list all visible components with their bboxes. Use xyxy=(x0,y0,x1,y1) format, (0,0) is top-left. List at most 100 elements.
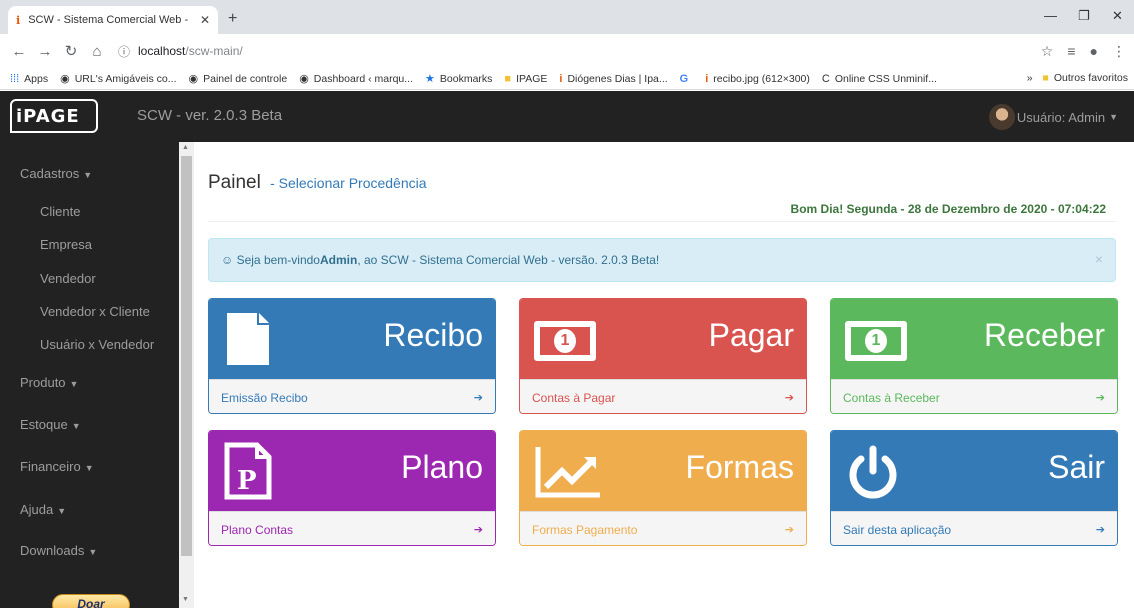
panel-footer-link[interactable]: Sair desta aplicação xyxy=(843,523,951,537)
apps-grid-icon: ⁞⁞⁞ xyxy=(10,72,20,85)
menu-icon[interactable]: ⋮ xyxy=(1112,43,1126,60)
info-icon[interactable]: ⓘ xyxy=(118,43,130,60)
panel-footer-link[interactable]: Emissão Recibo xyxy=(221,391,308,405)
panel-sair[interactable]: Sair Sair desta aplicação ➔ xyxy=(830,430,1118,546)
app-navbar: iPAGE SCW - ver. 2.0.3 Beta Usuário: Adm… xyxy=(0,91,1134,142)
page-title-text: Painel xyxy=(208,172,261,193)
sidebar-item-cliente[interactable]: Cliente xyxy=(40,204,80,219)
arrow-circle-right-icon[interactable]: ➔ xyxy=(474,391,483,404)
sidebar-item-label: Produto xyxy=(20,375,66,390)
sidebar-item-empresa[interactable]: Empresa xyxy=(40,237,92,252)
arrow-circle-right-icon[interactable]: ➔ xyxy=(474,523,483,536)
bookmark-item[interactable]: C Online CSS Unminif... xyxy=(822,73,937,85)
bookmark-label: Painel de controle xyxy=(203,72,288,85)
other-bookmarks[interactable]: Outros favoritos xyxy=(1054,72,1128,84)
bookmark-star-icon[interactable]: ☆ xyxy=(1041,43,1054,60)
panel-footer-link[interactable]: Contas à Receber xyxy=(843,391,940,405)
forward-icon[interactable]: → xyxy=(32,43,58,60)
sidebar-item-usuario-vendedor[interactable]: Usuário x Vendedor xyxy=(40,337,154,352)
panel-formas[interactable]: Formas Formas Pagamento ➔ xyxy=(519,430,807,546)
bookmark-folder[interactable]: ■ IPAGE xyxy=(504,73,547,85)
sidebar-item-ajuda[interactable]: Ajuda ▼ xyxy=(20,502,66,517)
arrow-circle-right-icon[interactable]: ➔ xyxy=(785,391,794,404)
sidebar-item-vendedor-cliente[interactable]: Vendedor x Cliente xyxy=(40,304,150,319)
bookmark-item[interactable]: i recibo.jpg (612×300) xyxy=(705,73,810,85)
sidebar-item-vendedor[interactable]: Vendedor xyxy=(40,271,96,286)
panel-footer-link[interactable]: Formas Pagamento xyxy=(532,523,637,537)
ipage-icon: i xyxy=(559,72,563,85)
bill-shape: 1 xyxy=(534,321,596,361)
bookmark-apps[interactable]: ⁞⁞⁞ Apps xyxy=(10,73,48,85)
browser-tab-title: SCW - Sistema Comercial Web - xyxy=(28,14,189,26)
back-icon[interactable]: ← xyxy=(6,43,32,60)
panel-footer-link[interactable]: Plano Contas xyxy=(221,523,293,537)
user-label: Usuário: Admin xyxy=(1016,109,1106,125)
bookmark-item[interactable]: i Diógenes Dias | Ipa... xyxy=(559,73,667,85)
folder-icon: ■ xyxy=(1042,72,1049,84)
browser-tab[interactable]: i SCW - Sistema Comercial Web - ✕ xyxy=(8,6,218,34)
close-tab-icon[interactable]: ✕ xyxy=(200,13,210,27)
panel-title: Formas xyxy=(685,449,794,485)
panel-plano[interactable]: P Plano Plano Contas ➔ xyxy=(208,430,496,546)
sidebar-item-financeiro[interactable]: Financeiro ▼ xyxy=(20,459,94,474)
alert-text: ☺ Seja bem-vindo xyxy=(221,253,320,267)
more-bookmarks-icon[interactable]: » xyxy=(1027,72,1033,84)
chevron-down-icon: ▼ xyxy=(69,379,79,389)
globe-icon: ◉ xyxy=(188,73,199,85)
panel-recibo[interactable]: Recibo Emissão Recibo ➔ xyxy=(208,298,496,414)
bookmark-item[interactable]: ◉ Dashboard ‹ marqu... xyxy=(299,72,413,86)
bookmark-label: URL's Amigáveis co... xyxy=(74,72,177,85)
bookmark-item[interactable]: ◉ Painel de controle xyxy=(188,72,288,86)
panel-title: Plano xyxy=(401,449,483,485)
sidebar-item-produto[interactable]: Produto ▼ xyxy=(20,375,78,390)
divider xyxy=(208,221,1116,222)
arrow-circle-right-icon[interactable]: ➔ xyxy=(1096,391,1105,404)
sidebar-item-cadastros[interactable]: Cadastros ▼ xyxy=(20,166,92,181)
scroll-down-icon[interactable]: ▼ xyxy=(182,596,189,603)
restore-icon[interactable]: ❐ xyxy=(1078,8,1090,24)
bookmark-item[interactable]: ★ Bookmarks xyxy=(425,72,492,86)
sidebar-item-label: Financeiro xyxy=(20,459,81,474)
panel-pagar[interactable]: 1 Pagar Contas à Pagar ➔ xyxy=(519,298,807,414)
sidebar: Cadastros ▼ Cliente Empresa Vendedor Vend… xyxy=(0,142,184,608)
brand-logo[interactable]: iPAGE xyxy=(10,99,98,133)
arrow-circle-right-icon[interactable]: ➔ xyxy=(1096,523,1105,536)
chevron-down-icon: ▼ xyxy=(57,506,67,516)
user-menu[interactable]: Usuário: Admin ▼ xyxy=(988,104,1118,130)
profile-icon[interactable]: ● xyxy=(1090,43,1098,60)
money-icon: 1 xyxy=(845,309,907,361)
panel-receber[interactable]: 1 Receber Contas à Receber ➔ xyxy=(830,298,1118,414)
close-alert-icon[interactable]: × xyxy=(1095,251,1103,267)
minimize-icon[interactable]: — xyxy=(1044,8,1057,23)
alert-user: Admin xyxy=(319,253,358,267)
chevron-down-icon: ▼ xyxy=(71,421,81,431)
greeting-text: Bom Dia! Segunda - 28 de Dezembro de 202… xyxy=(790,202,1106,216)
bookmark-item[interactable]: ◉ URL's Amigáveis co... xyxy=(60,72,177,86)
home-icon[interactable]: ⌂ xyxy=(84,43,110,60)
new-tab-icon[interactable]: + xyxy=(228,10,237,28)
bookmarks-bar: ⁞⁞⁞ Apps ◉ URL's Amigáveis co... ◉ Painel d… xyxy=(0,68,1134,90)
close-window-icon[interactable]: ✕ xyxy=(1112,8,1123,24)
sidebar-item-label: Cadastros xyxy=(20,166,80,181)
alert-text: , ao SCW - Sistema Comercial Web - versã… xyxy=(357,253,660,267)
arrow-circle-right-icon[interactable]: ➔ xyxy=(785,523,794,536)
scrollbar-thumb[interactable] xyxy=(181,156,192,556)
bookmark-label: recibo.jpg (612×300) xyxy=(713,72,810,85)
chevron-down-icon: ▼ xyxy=(88,547,98,557)
file-icon xyxy=(227,313,269,365)
chevron-down-icon: ▼ xyxy=(83,170,93,180)
sidebar-item-downloads[interactable]: Downloads ▼ xyxy=(20,543,97,558)
ipage-icon: i xyxy=(705,72,709,85)
panel-footer-link[interactable]: Contas à Pagar xyxy=(532,391,615,405)
sidebar-item-estoque[interactable]: Estoque ▼ xyxy=(20,417,81,432)
reading-list-icon[interactable]: ≡ xyxy=(1067,43,1075,60)
c-icon: C xyxy=(821,72,830,85)
browser-toolbar: ← → ↻ ⌂ ⓘ localhost /scw-main/ ☆ ≡ ● ⋮ xyxy=(0,34,1134,68)
sidebar-scrollbar[interactable]: ▲ ▼ xyxy=(179,142,194,608)
donate-button[interactable]: Doar xyxy=(52,594,130,608)
scroll-up-icon[interactable]: ▲ xyxy=(182,144,189,151)
reload-icon[interactable]: ↻ xyxy=(58,42,84,60)
coin-shape: 1 xyxy=(865,329,887,353)
address-bar[interactable]: ⓘ localhost /scw-main/ xyxy=(118,39,1018,63)
bookmark-google[interactable]: G xyxy=(680,73,694,85)
